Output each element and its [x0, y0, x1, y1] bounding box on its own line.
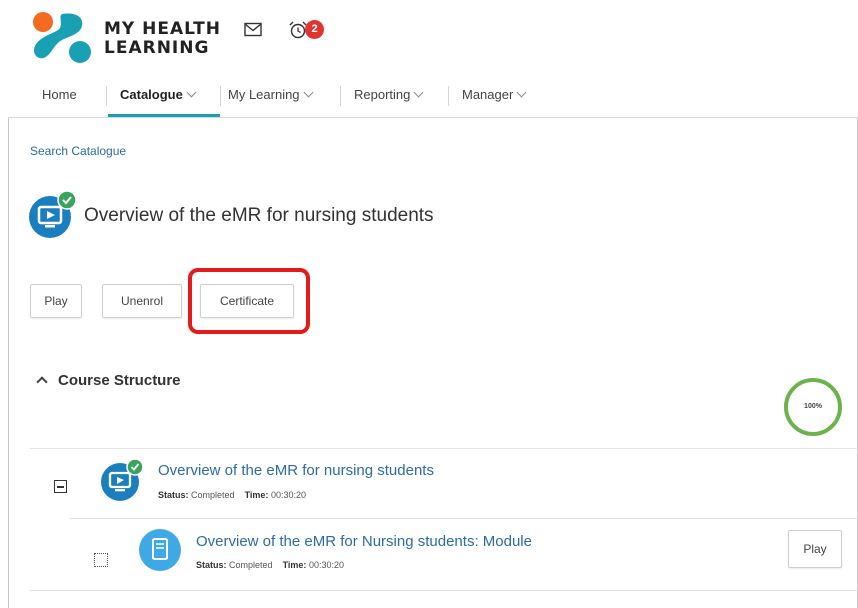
nav-divider — [220, 86, 221, 106]
nav-reporting-label: Reporting — [354, 87, 411, 102]
nav-home[interactable]: Home — [42, 78, 77, 118]
nav-catalogue-label: Catalogue — [120, 87, 183, 102]
course-structure-toggle[interactable]: Course Structure — [36, 372, 181, 389]
structure-item-meta: Status: Completed Time: 00:30:20 — [196, 560, 344, 570]
row-divider — [30, 448, 858, 449]
notification-badge[interactable]: 2 — [305, 20, 324, 39]
nav-divider — [448, 86, 449, 106]
main-nav: Home Catalogue My Learning Reporting Man… — [8, 78, 858, 118]
nav-my-learning-label: My Learning — [228, 87, 300, 102]
nav-divider — [106, 86, 107, 106]
nav-home-label: Home — [42, 87, 77, 102]
chevron-down-icon — [516, 87, 527, 98]
my-health-learning-logo[interactable] — [32, 10, 94, 66]
time-label: Time: — [282, 560, 307, 570]
chevron-down-icon — [186, 87, 197, 98]
course-title: Overview of the eMR for nursing students — [84, 205, 434, 226]
mail-icon[interactable] — [244, 22, 262, 37]
elearning-course-icon — [101, 458, 144, 501]
time-label: Time: — [244, 490, 269, 500]
module-document-icon — [139, 529, 181, 571]
collapse-icon[interactable] — [54, 480, 67, 493]
chevron-down-icon — [413, 87, 424, 98]
chevron-up-icon — [36, 376, 48, 388]
progress-ring: 100% — [784, 378, 842, 436]
unenrol-button[interactable]: Unenrol — [102, 284, 182, 318]
brand-line-2: LEARNING — [104, 38, 210, 58]
active-tab-indicator — [108, 114, 220, 117]
nav-my-learning[interactable]: My Learning — [228, 78, 313, 118]
row-divider — [30, 590, 858, 591]
structure-item-title[interactable]: Overview of the eMR for Nursing students… — [196, 533, 532, 550]
status-value: Completed — [191, 490, 235, 500]
structure-item-meta: Status: Completed Time: 00:30:20 — [158, 490, 306, 500]
status-label: Status: — [158, 490, 189, 500]
breadcrumb-search-catalogue[interactable]: Search Catalogue — [30, 144, 126, 158]
time-value: 00:30:20 — [270, 490, 306, 500]
brand-line-1: MY HEALTH — [104, 19, 221, 39]
play-button[interactable]: Play — [30, 284, 82, 318]
status-value: Completed — [229, 560, 273, 570]
structure-item-title[interactable]: Overview of the eMR for nursing students — [158, 462, 434, 479]
brand-name: MY HEALTH LEARNING — [104, 20, 221, 58]
nav-reporting[interactable]: Reporting — [354, 78, 424, 118]
item-checkbox[interactable] — [94, 553, 108, 567]
time-value: 00:30:20 — [308, 560, 344, 570]
nav-catalogue[interactable]: Catalogue — [120, 78, 197, 118]
certificate-highlight-outline — [188, 268, 310, 334]
chevron-down-icon — [303, 87, 313, 98]
status-label: Status: — [196, 560, 227, 570]
module-play-button[interactable]: Play — [788, 530, 842, 568]
nav-manager[interactable]: Manager — [462, 78, 527, 118]
nav-manager-label: Manager — [462, 87, 514, 102]
nav-divider — [340, 86, 341, 106]
course-structure-heading: Course Structure — [58, 372, 181, 389]
elearning-course-icon — [29, 190, 77, 238]
row-divider — [70, 518, 858, 519]
